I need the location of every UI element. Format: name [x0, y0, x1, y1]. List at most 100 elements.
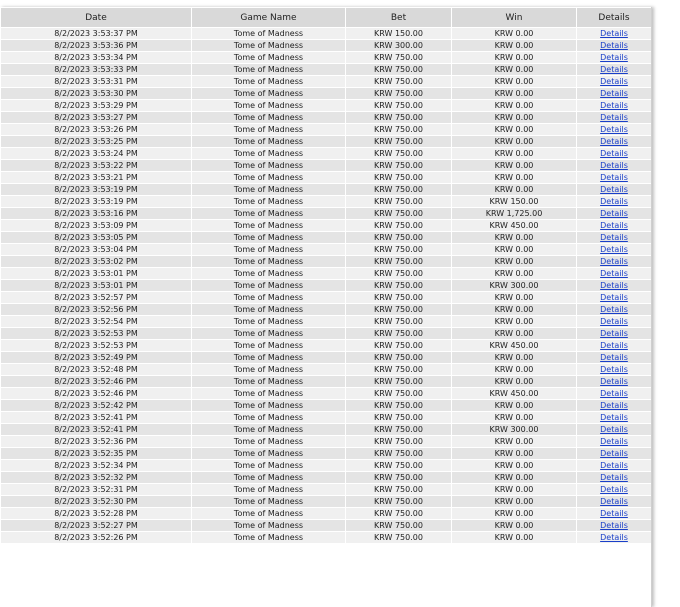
- cell-game-name: Tome of Madness: [191, 435, 346, 448]
- details-link[interactable]: Details: [600, 377, 628, 386]
- table-row: 8/2/2023 3:52:31 PM Tome of Madness KRW 75…: [0, 483, 651, 496]
- details-link[interactable]: Details: [600, 269, 628, 278]
- details-link[interactable]: Details: [600, 245, 628, 254]
- cell-details: Details: [576, 135, 651, 148]
- details-link[interactable]: Details: [600, 449, 628, 458]
- cell-win: KRW 0.00: [451, 135, 577, 148]
- details-link[interactable]: Details: [600, 125, 628, 134]
- cell-bet: KRW 750.00: [345, 507, 452, 520]
- cell-win: KRW 0.00: [451, 147, 577, 160]
- details-link[interactable]: Details: [600, 29, 628, 38]
- cell-game-name: Tome of Madness: [191, 39, 346, 52]
- details-link[interactable]: Details: [600, 413, 628, 422]
- table-row: 8/2/2023 3:52:32 PM Tome of Madness KRW 75…: [0, 471, 651, 484]
- cell-details: Details: [576, 123, 651, 136]
- column-header-date[interactable]: Date: [0, 7, 192, 28]
- cell-details: Details: [576, 447, 651, 460]
- details-link[interactable]: Details: [600, 485, 628, 494]
- cell-win: KRW 0.00: [451, 495, 577, 508]
- table-row: 8/2/2023 3:53:25 PM Tome of Madness KRW 75…: [0, 135, 651, 148]
- details-link[interactable]: Details: [600, 509, 628, 518]
- details-link[interactable]: Details: [600, 53, 628, 62]
- table-row: 8/2/2023 3:53:34 PM Tome of Madness KRW 75…: [0, 51, 651, 64]
- details-link[interactable]: Details: [600, 185, 628, 194]
- details-link[interactable]: Details: [600, 89, 628, 98]
- details-link[interactable]: Details: [600, 233, 628, 242]
- cell-game-name: Tome of Madness: [191, 303, 346, 316]
- cell-game-name: Tome of Madness: [191, 267, 346, 280]
- table-row: 8/2/2023 3:52:53 PM Tome of Madness KRW 75…: [0, 327, 651, 340]
- details-link[interactable]: Details: [600, 461, 628, 470]
- cell-game-name: Tome of Madness: [191, 231, 346, 244]
- details-link[interactable]: Details: [600, 173, 628, 182]
- cell-bet: KRW 150.00: [345, 27, 452, 40]
- details-link[interactable]: Details: [600, 521, 628, 530]
- details-link[interactable]: Details: [600, 257, 628, 266]
- details-link[interactable]: Details: [600, 197, 628, 206]
- details-link[interactable]: Details: [600, 41, 628, 50]
- details-link[interactable]: Details: [600, 425, 628, 434]
- cell-bet: KRW 750.00: [345, 87, 452, 100]
- cell-details: Details: [576, 303, 651, 316]
- table-row: 8/2/2023 3:52:35 PM Tome of Madness KRW 75…: [0, 447, 651, 460]
- cell-game-name: Tome of Madness: [191, 27, 346, 40]
- cell-game-name: Tome of Madness: [191, 531, 346, 544]
- column-header-bet[interactable]: Bet: [345, 7, 452, 28]
- cell-win: KRW 0.00: [451, 375, 577, 388]
- details-link[interactable]: Details: [600, 305, 628, 314]
- cell-game-name: Tome of Madness: [191, 519, 346, 532]
- column-header-details[interactable]: Details: [576, 7, 651, 28]
- details-link[interactable]: Details: [600, 437, 628, 446]
- cell-win: KRW 0.00: [451, 111, 577, 124]
- table-header-row: Date Game Name Bet Win Details: [0, 7, 651, 28]
- details-link[interactable]: Details: [600, 353, 628, 362]
- details-link[interactable]: Details: [600, 341, 628, 350]
- cell-game-name: Tome of Madness: [191, 291, 346, 304]
- cell-date: 8/2/2023 3:52:28 PM: [0, 507, 192, 520]
- details-link[interactable]: Details: [600, 365, 628, 374]
- cell-win: KRW 0.00: [451, 399, 577, 412]
- table-row: 8/2/2023 3:53:37 PM Tome of Madness KRW 15…: [0, 27, 651, 40]
- details-link[interactable]: Details: [600, 317, 628, 326]
- cell-win: KRW 0.00: [451, 63, 577, 76]
- column-header-win[interactable]: Win: [451, 7, 577, 28]
- cell-win: KRW 0.00: [451, 99, 577, 112]
- cell-date: 8/2/2023 3:52:26 PM: [0, 531, 192, 544]
- cell-bet: KRW 750.00: [345, 531, 452, 544]
- details-link[interactable]: Details: [600, 101, 628, 110]
- details-link[interactable]: Details: [600, 473, 628, 482]
- details-link[interactable]: Details: [600, 77, 628, 86]
- details-link[interactable]: Details: [600, 389, 628, 398]
- table-row: 8/2/2023 3:53:24 PM Tome of Madness KRW 75…: [0, 147, 651, 160]
- cell-bet: KRW 750.00: [345, 351, 452, 364]
- cell-win: KRW 0.00: [451, 471, 577, 484]
- details-link[interactable]: Details: [600, 113, 628, 122]
- cell-bet: KRW 750.00: [345, 339, 452, 352]
- cell-game-name: Tome of Madness: [191, 471, 346, 484]
- details-link[interactable]: Details: [600, 149, 628, 158]
- cell-details: Details: [576, 459, 651, 472]
- cell-bet: KRW 750.00: [345, 291, 452, 304]
- details-link[interactable]: Details: [600, 221, 628, 230]
- cell-win: KRW 0.00: [451, 255, 577, 268]
- details-link[interactable]: Details: [600, 533, 628, 542]
- table-row: 8/2/2023 3:52:28 PM Tome of Madness KRW 75…: [0, 507, 651, 520]
- history-table-panel: Date Game Name Bet Win Details 8/2/2023 …: [0, 7, 652, 607]
- details-link[interactable]: Details: [600, 209, 628, 218]
- cell-game-name: Tome of Madness: [191, 99, 346, 112]
- table-row: 8/2/2023 3:53:19 PM Tome of Madness KRW 75…: [0, 183, 651, 196]
- details-link[interactable]: Details: [600, 137, 628, 146]
- details-link[interactable]: Details: [600, 329, 628, 338]
- cell-game-name: Tome of Madness: [191, 183, 346, 196]
- details-link[interactable]: Details: [600, 497, 628, 506]
- cell-bet: KRW 750.00: [345, 315, 452, 328]
- cell-date: 8/2/2023 3:53:37 PM: [0, 27, 192, 40]
- details-link[interactable]: Details: [600, 401, 628, 410]
- cell-details: Details: [576, 495, 651, 508]
- cell-game-name: Tome of Madness: [191, 423, 346, 436]
- column-header-game-name[interactable]: Game Name: [191, 7, 346, 28]
- details-link[interactable]: Details: [600, 161, 628, 170]
- details-link[interactable]: Details: [600, 293, 628, 302]
- details-link[interactable]: Details: [600, 281, 628, 290]
- details-link[interactable]: Details: [600, 65, 628, 74]
